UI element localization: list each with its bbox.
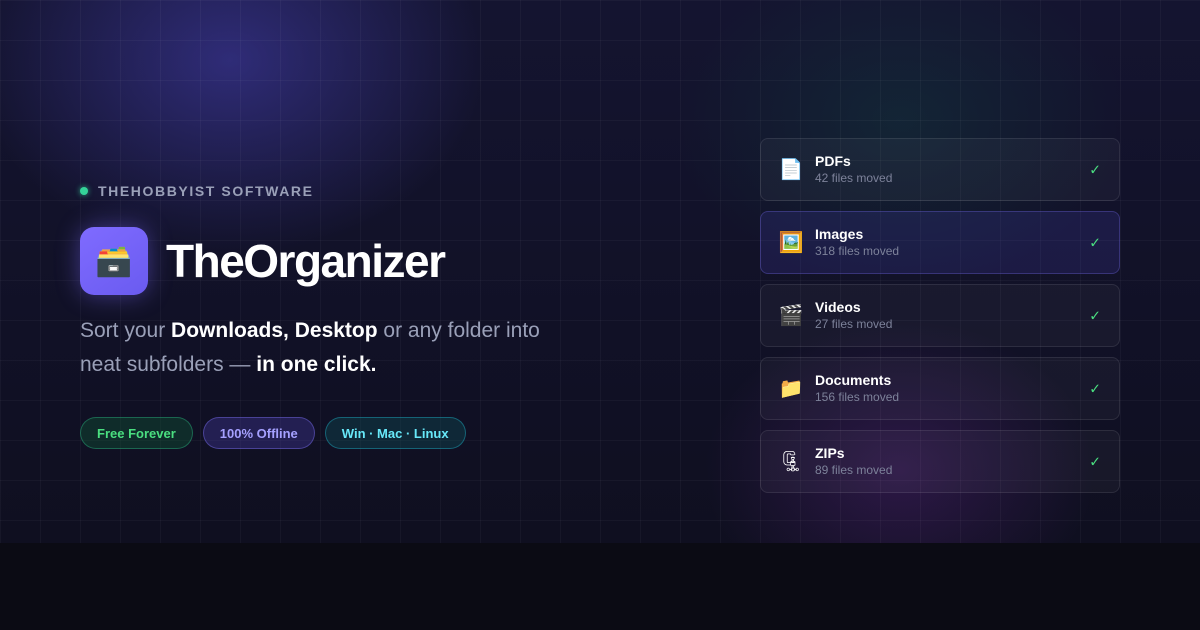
- clapper-board-icon: 🎬: [778, 305, 804, 327]
- file-category-name: Images: [815, 226, 864, 242]
- file-row-text: Images 318 files moved: [815, 226, 899, 259]
- file-category-name: Documents: [815, 372, 892, 388]
- app-title-row: 🗃️ TheOrganizer: [80, 227, 446, 295]
- file-row-text: PDFs 42 files moved: [815, 153, 892, 186]
- file-row-documents: 📁 Documents 156 files moved ✓: [760, 357, 1120, 420]
- file-row-zips: 🗜 ZIPs 89 files moved ✓: [760, 430, 1120, 493]
- brand-row: THEHOBBYIST SOFTWARE: [80, 183, 314, 199]
- tagline-bold-2: in one click.: [256, 353, 377, 376]
- tagline-bold-1: Downloads, Desktop: [171, 319, 378, 342]
- feature-badges: Free Forever 100% Offline Win · Mac · Li…: [80, 417, 466, 449]
- folder-icon: 📁: [778, 378, 804, 400]
- file-count: 42 files moved: [815, 171, 893, 185]
- file-row-videos: 🎬 Videos 27 files moved ✓: [760, 284, 1120, 347]
- bottom-band: [0, 543, 1200, 630]
- tagline: Sort your Downloads, Desktop or any fold…: [80, 314, 580, 382]
- file-count: 89 files moved: [815, 463, 893, 477]
- file-count: 318 files moved: [815, 244, 900, 258]
- badge-platforms: Win · Mac · Linux: [324, 417, 466, 449]
- file-category-list: 📄 PDFs 42 files moved ✓ 🖼️ Images 318 fi…: [760, 138, 1120, 503]
- checkmark-icon: ✓: [1089, 234, 1101, 250]
- file-row-text: Videos 27 files moved: [815, 299, 892, 332]
- app-title: TheOrganizer: [166, 235, 446, 287]
- file-row-images: 🖼️ Images 318 files moved ✓: [760, 211, 1120, 274]
- file-category-name: PDFs: [815, 153, 851, 169]
- file-category-name: Videos: [815, 299, 861, 315]
- compression-clamp-icon: 🗜: [778, 451, 804, 473]
- file-row-text: ZIPs 89 files moved: [815, 445, 892, 478]
- checkmark-icon: ✓: [1089, 380, 1101, 396]
- file-category-name: ZIPs: [815, 445, 845, 461]
- status-dot-icon: [80, 187, 88, 195]
- badge-free-forever: Free Forever: [80, 417, 193, 449]
- hero-banner: THEHOBBYIST SOFTWARE 🗃️ TheOrganizer Sor…: [0, 0, 1200, 543]
- file-count: 156 files moved: [815, 390, 900, 404]
- checkmark-icon: ✓: [1089, 161, 1101, 177]
- folder-box-icon: 🗃️: [80, 227, 148, 295]
- checkmark-icon: ✓: [1089, 453, 1101, 469]
- framed-picture-icon: 🖼️: [778, 232, 804, 254]
- badge-offline: 100% Offline: [202, 417, 315, 449]
- checkmark-icon: ✓: [1089, 307, 1101, 323]
- document-page-icon: 📄: [778, 159, 804, 181]
- file-count: 27 files moved: [815, 317, 893, 331]
- brand-label: THEHOBBYIST SOFTWARE: [98, 183, 314, 199]
- tagline-part-1: Sort your: [80, 319, 172, 342]
- file-row-text: Documents 156 files moved: [815, 372, 899, 405]
- file-row-pdfs: 📄 PDFs 42 files moved ✓: [760, 138, 1120, 201]
